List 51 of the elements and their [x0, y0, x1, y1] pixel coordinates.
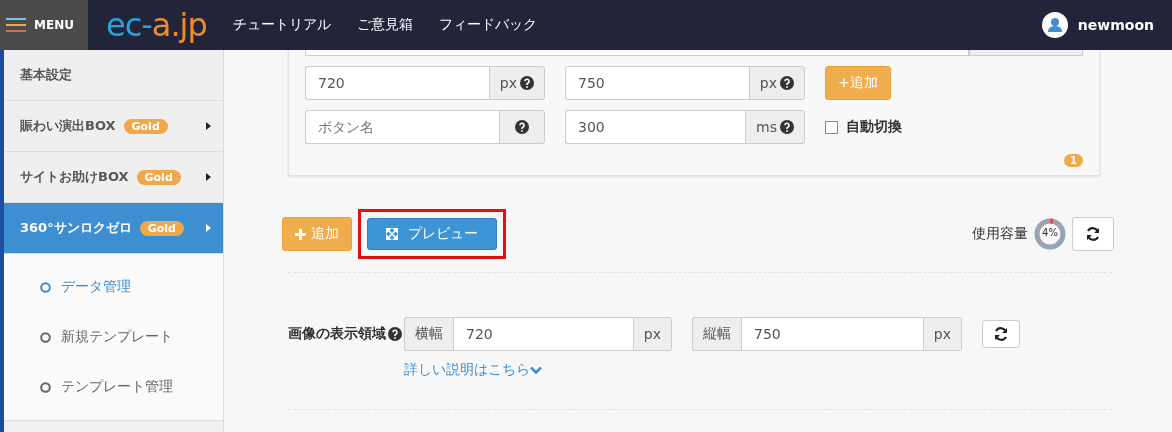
- help-icon: [388, 327, 402, 341]
- input-field[interactable]: 720: [453, 317, 633, 351]
- help-icon: [520, 76, 534, 90]
- circle-icon: [40, 381, 51, 393]
- plan-badge: Gold: [139, 220, 184, 236]
- count-badge: 1: [1064, 154, 1083, 167]
- usage-reading: 4%: [1041, 227, 1059, 238]
- input-field[interactable]: 750: [741, 317, 923, 351]
- chevron-down-icon: [530, 365, 542, 375]
- input-field[interactable]: 720: [305, 66, 489, 100]
- user-name[interactable]: newmoon: [1077, 17, 1154, 33]
- submenu-item[interactable]: 新規テンプレート: [4, 312, 223, 362]
- usage-donut: [1034, 218, 1066, 250]
- plan-badge: Gold: [136, 169, 181, 185]
- input-addon: px: [632, 317, 672, 351]
- menu-button[interactable]: MENU: [0, 0, 88, 50]
- input-addon: ms: [745, 110, 805, 144]
- plus-icon: [295, 228, 306, 240]
- input-addon: 縦幅: [692, 317, 741, 351]
- submenu-item[interactable]: データ管理: [4, 262, 223, 312]
- help-icon: [780, 76, 794, 90]
- field-label: 画像の表示領域: [288, 325, 386, 343]
- refresh-icon: [1085, 226, 1101, 242]
- input-field[interactable]: 750: [565, 66, 749, 100]
- plan-badge: Gold: [123, 118, 168, 134]
- refresh-button[interactable]: [982, 320, 1020, 348]
- nav-link[interactable]: ご意見箱: [356, 16, 413, 34]
- input-addon: px: [488, 66, 545, 100]
- help-link[interactable]: 詳しい説明はこちら: [404, 361, 1020, 379]
- usage-label: 使用容量: [972, 225, 1028, 243]
- circle-icon: [40, 331, 51, 343]
- refresh-button[interactable]: [1072, 217, 1114, 251]
- submenu-item[interactable]: テンプレート管理: [4, 362, 223, 412]
- logo[interactable]: ec-a.jp: [106, 6, 207, 44]
- checkbox[interactable]: [825, 120, 838, 134]
- sidebar-item[interactable]: 360°サンロクゼロ Gold: [4, 203, 223, 254]
- help-icon: [780, 120, 794, 134]
- input-addon: px: [922, 317, 962, 351]
- input-field[interactable]: 300: [565, 110, 746, 144]
- help-icon: [515, 120, 529, 134]
- nav-link[interactable]: フィードバック: [438, 16, 537, 34]
- input-field[interactable]: ボタン名: [305, 110, 499, 144]
- user-avatar-icon[interactable]: [1041, 12, 1068, 38]
- nav-link[interactable]: チュートリアル: [232, 16, 331, 34]
- circle-icon: [40, 281, 51, 293]
- expand-icon: [386, 228, 398, 240]
- input-addon: px: [748, 66, 805, 100]
- input-addon: 横幅: [404, 317, 453, 351]
- refresh-icon: [993, 326, 1009, 342]
- checkbox-label: 自動切換: [846, 118, 902, 136]
- menu-icon: [6, 17, 26, 33]
